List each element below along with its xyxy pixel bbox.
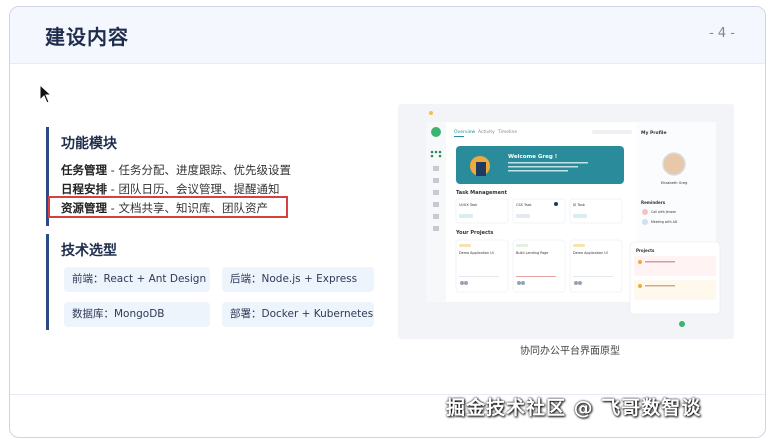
feature-desc: - 团队日历、会议管理、提醒通知 [107, 182, 280, 196]
tab-overview: Overview [454, 129, 476, 135]
tech-heading: 技术选型 [61, 243, 117, 259]
app-screenshot: Overview Activity Timeline Welcome Greg … [398, 104, 734, 339]
feature-item-task: 任务管理 - 任务分配、进度跟踪、优先级设置 [61, 161, 291, 180]
reminder-item-2: Meeting with AD [651, 220, 678, 224]
task-card-3: JS Task [572, 203, 586, 207]
selection-highlight-box [48, 196, 288, 218]
feature-name: 日程安排 [61, 182, 107, 196]
header-divider [10, 63, 765, 64]
task-card-2: CSS Task [516, 203, 533, 207]
tech-deploy: 部署：Docker + Kubernetes [222, 302, 374, 327]
profile-name: Elizabeth Greg [661, 181, 687, 185]
tab-activity: Activity [478, 129, 495, 135]
features-heading: 功能模块 [61, 136, 117, 152]
page-title: 建设内容 [45, 25, 129, 49]
welcome-text: Welcome Greg ! [508, 154, 557, 160]
mouse-cursor-icon [39, 84, 53, 104]
my-profile-heading: My Profile [641, 130, 667, 136]
task-management-heading: Task Management [456, 190, 508, 196]
tech-backend: 后端：Node.js + Express [222, 267, 374, 292]
feature-desc: - 任务分配、进度跟踪、优先级设置 [107, 163, 291, 177]
task-card-1: UI/UX Task [459, 203, 478, 207]
page-number: - 4 - [709, 26, 735, 41]
projects-heading: Projects [636, 248, 655, 253]
tech-frontend: 前端：React + Ant Design [64, 267, 210, 292]
project-card-2: Build Landing Page [516, 251, 548, 255]
watermark: 掘金技术社区 @ 飞哥数智谈 [446, 397, 702, 419]
slide-header: 建设内容 - 4 - [10, 7, 765, 63]
feature-name: 任务管理 [61, 163, 107, 177]
reminder-item-1: Call with Jensen [651, 210, 676, 214]
your-projects-heading: Your Projects [455, 230, 493, 236]
app-screenshot-drawing: Overview Activity Timeline Welcome Greg … [426, 111, 721, 327]
reminders-heading: Reminders [641, 200, 666, 205]
project-card-3: Demo Application UI [573, 251, 608, 255]
tech-database: 数据库：MongoDB [64, 302, 210, 327]
tab-timeline: Timeline [497, 129, 517, 135]
slide: 建设内容 - 4 - 功能模块 任务管理 - 任务分配、进度跟踪、优先级设置 日… [9, 6, 766, 438]
project-card-1: Demo Application UI [459, 251, 494, 255]
screenshot-caption: 协同办公平台界面原型 [520, 346, 620, 357]
